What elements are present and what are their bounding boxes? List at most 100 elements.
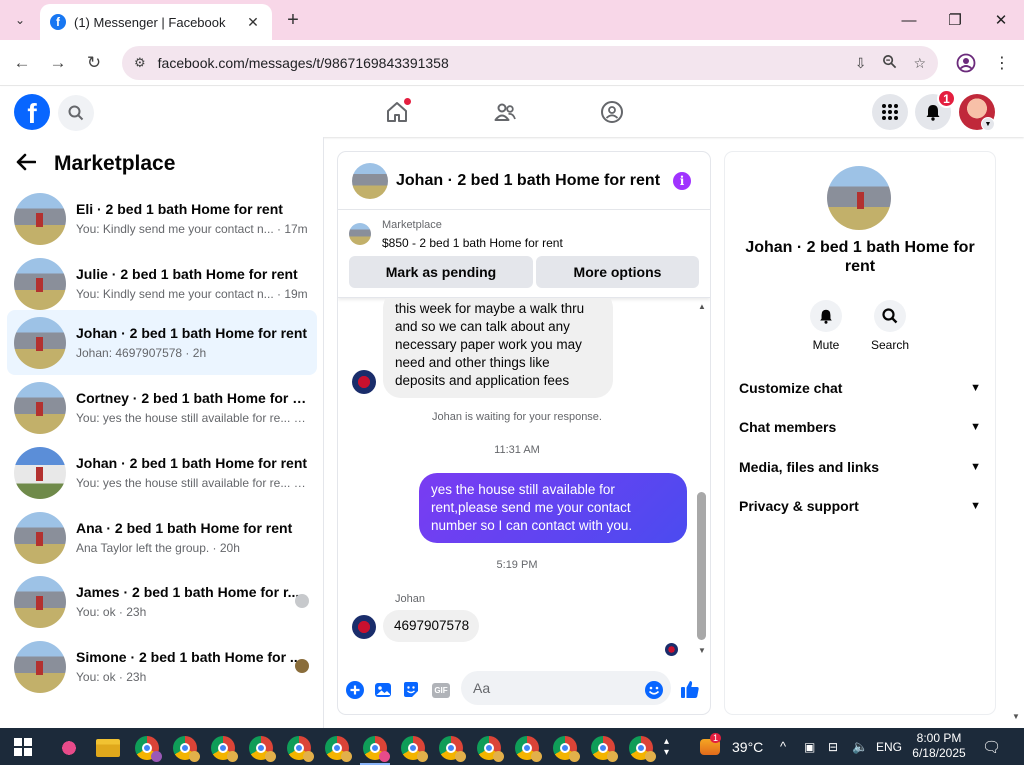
conversation-item[interactable]: Johan · 2 bed 1 bath Home for rent You: y…: [7, 440, 317, 505]
reload-icon[interactable]: ↻: [82, 51, 106, 75]
more-options-button[interactable]: More options: [536, 256, 699, 288]
windows-start-icon[interactable]: [14, 738, 32, 756]
chrome-profile-icon[interactable]: [325, 736, 352, 762]
bookmark-star-icon[interactable]: ☆: [913, 55, 926, 72]
sender-name: Johan: [395, 593, 425, 605]
minimize-button[interactable]: —: [886, 8, 932, 32]
tab-search-chevron-icon[interactable]: ⌄: [8, 8, 32, 32]
chat-avatar[interactable]: [352, 162, 388, 199]
maximize-button[interactable]: ❐: [932, 8, 978, 32]
conversation-name: Eli · 2 bed 1 bath Home for rent: [76, 201, 283, 217]
forward-arrow-icon[interactable]: →: [46, 51, 70, 75]
chrome-profile-icon[interactable]: [515, 736, 542, 762]
chrome-profile-icon[interactable]: [211, 736, 238, 762]
mute-button[interactable]: Mute: [796, 300, 856, 352]
conversation-info-panel: Johan · 2 bed 1 bath Home for rent Mute …: [725, 152, 995, 714]
facebook-search-icon[interactable]: [58, 95, 94, 131]
page-scroll-down-arrow-icon[interactable]: ▼: [1012, 712, 1020, 721]
listing-thumbnail: [14, 575, 66, 628]
sender-avatar[interactable]: [352, 370, 376, 394]
conversation-item[interactable]: Cortney · 2 bed 1 bath Home for r... You:…: [7, 375, 317, 440]
conversation-item[interactable]: James · 2 bed 1 bath Home for r... You: o…: [7, 569, 317, 634]
language-indicator[interactable]: ENG: [876, 728, 902, 765]
conversation-item[interactable]: Ana · 2 bed 1 bath Home for rent Ana Tayl…: [7, 505, 317, 570]
url-text[interactable]: facebook.com/messages/t/9867169843391358: [158, 55, 839, 71]
media-files-links-section[interactable]: Media, files and links ▼: [739, 456, 981, 478]
chat-title[interactable]: Johan · 2 bed 1 bath Home for rent: [396, 172, 673, 190]
add-plus-icon[interactable]: [345, 680, 365, 700]
chat-members-section[interactable]: Chat members ▼: [739, 416, 981, 438]
chrome-profile-icon[interactable]: [135, 736, 162, 762]
conversation-item[interactable]: Simone · 2 bed 1 bath Home for ... You: o…: [7, 634, 317, 699]
volume-icon[interactable]: 🔈: [852, 728, 868, 765]
chrome-profile-icon[interactable]: [249, 736, 276, 762]
listing-price[interactable]: $850 - 2 bed 1 bath Home for rent: [382, 236, 563, 250]
search-button[interactable]: Search: [860, 300, 920, 352]
device-icon[interactable]: ▣: [804, 728, 815, 765]
conversation-item[interactable]: Eli · 2 bed 1 bath Home for rent You: Kin…: [7, 186, 317, 251]
sticker-icon[interactable]: [401, 680, 421, 700]
weather-widget[interactable]: 1 39°C: [700, 728, 763, 765]
chevron-down-icon: ▼: [970, 421, 981, 433]
mark-as-pending-button[interactable]: Mark as pending: [349, 256, 533, 288]
chrome-profile-icon[interactable]: [401, 736, 428, 762]
network-icon[interactable]: ⊟: [828, 728, 838, 765]
browser-tab-messenger[interactable]: f (1) Messenger | Facebook ✕: [40, 4, 272, 40]
listing-thumbnail: [14, 381, 66, 434]
incoming-message: this week for maybe a walk thru and so w…: [383, 298, 613, 398]
sender-avatar[interactable]: [352, 615, 376, 639]
menu-grid-icon[interactable]: [872, 94, 908, 130]
section-label: Privacy & support: [739, 498, 859, 514]
groups-icon[interactable]: [599, 99, 625, 125]
home-notification-dot: [404, 98, 411, 105]
address-bar[interactable]: ⚙ facebook.com/messages/t/98671698433913…: [122, 46, 938, 80]
customize-chat-section[interactable]: Customize chat ▼: [739, 377, 981, 399]
paint-app-icon[interactable]: [57, 736, 81, 760]
system-clock[interactable]: 8:00 PM 6/18/2025: [906, 731, 972, 761]
read-receipt-avatar: [665, 643, 678, 656]
tab-close-icon[interactable]: ✕: [244, 14, 262, 31]
emoji-icon[interactable]: [644, 680, 664, 700]
install-app-icon[interactable]: ⇩: [855, 55, 867, 72]
privacy-support-section[interactable]: Privacy & support ▼: [739, 495, 981, 517]
window-close-button[interactable]: ✕: [978, 8, 1024, 32]
chrome-profile-icon[interactable]: [439, 736, 466, 762]
conversation-item[interactable]: Julie · 2 bed 1 bath Home for rent You: K…: [7, 251, 317, 316]
photo-icon[interactable]: [373, 680, 393, 700]
friends-icon[interactable]: [492, 99, 518, 125]
chrome-profile-icon-active[interactable]: [363, 736, 390, 762]
conversation-preview: You: ok · 23h: [76, 670, 147, 684]
conversation-preview: You: yes the house still available for r…: [76, 476, 308, 490]
conversation-info-icon[interactable]: i: [673, 171, 691, 190]
chrome-profile-icon[interactable]: [553, 736, 580, 762]
back-arrow-icon[interactable]: [16, 151, 40, 177]
chrome-profile-icon[interactable]: [173, 736, 200, 762]
chrome-profile-icon[interactable]: [477, 736, 504, 762]
message-scrollbar[interactable]: [697, 492, 706, 640]
site-settings-icon[interactable]: ⚙: [134, 55, 146, 71]
gif-icon[interactable]: GIF: [430, 680, 452, 700]
taskbar-scroll-icon[interactable]: ▴ ▾: [664, 728, 669, 765]
thumbs-up-icon[interactable]: [679, 678, 701, 700]
notification-center-icon[interactable]: 🗨: [982, 728, 1001, 765]
new-tab-button[interactable]: +: [282, 9, 304, 31]
profile-icon[interactable]: [955, 52, 977, 74]
show-hidden-icons-chevron-icon[interactable]: ^: [780, 728, 786, 765]
browser-menu-icon[interactable]: ⋮: [991, 52, 1013, 74]
zoom-icon[interactable]: [882, 54, 897, 72]
browser-tab-strip: ⌄ f (1) Messenger | Facebook ✕ + — ❐ ✕: [0, 0, 1024, 40]
scroll-down-arrow-icon[interactable]: ▼: [696, 646, 708, 655]
account-chevron-down-icon[interactable]: ▼: [981, 117, 995, 131]
message-input[interactable]: [461, 671, 671, 705]
conversation-item-active[interactable]: Johan · 2 bed 1 bath Home for rent Johan:…: [7, 310, 317, 375]
facebook-logo[interactable]: f: [14, 94, 50, 130]
listing-avatar[interactable]: [827, 166, 891, 230]
scroll-up-arrow-icon[interactable]: ▲: [696, 302, 708, 311]
chrome-profile-icon[interactable]: [287, 736, 314, 762]
file-explorer-icon[interactable]: [96, 739, 120, 757]
chrome-profile-icon[interactable]: [591, 736, 618, 762]
back-arrow-icon[interactable]: ←: [10, 51, 34, 75]
seen-avatar: [295, 659, 309, 673]
chrome-profile-icon[interactable]: [629, 736, 656, 762]
outgoing-message: yes the house still available for rent,p…: [419, 473, 687, 543]
